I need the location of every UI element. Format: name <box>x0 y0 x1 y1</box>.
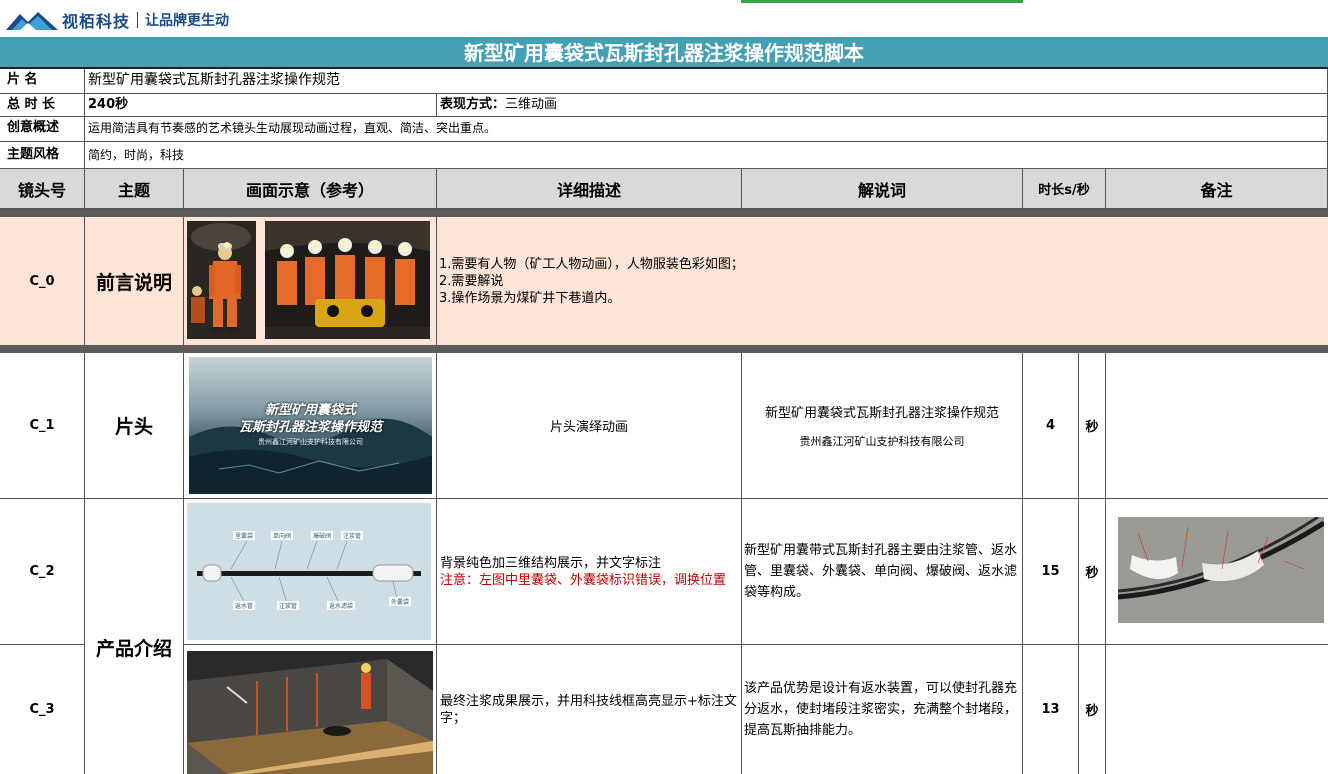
row-c2-reference: 里囊袋 单向阀 爆破阀 注浆管 返水管 注浆管 返水滤袋 外囊袋 <box>184 499 437 645</box>
row-c3-reference <box>184 645 437 774</box>
grouting-result-image <box>187 651 433 774</box>
meta-duration-value: 240秒 <box>85 94 437 117</box>
row-c3-remark <box>1106 645 1328 774</box>
row-c3-detail: 最终注浆成果展示，并用科技线框高亮显示+标注文字； <box>437 645 742 774</box>
structure-label-7: 返水滤袋 <box>327 601 356 610</box>
row-c1-id: C_1 <box>0 353 85 499</box>
row-c2-topic-cell: 产品介绍 <box>85 499 184 774</box>
annotated-product-photo <box>1118 517 1324 623</box>
row-c1-narration: 新型矿用囊袋式瓦斯封孔器注浆操作规范 贵州鑫江河矿山支护科技有限公司 <box>742 353 1023 499</box>
meta-concept-value: 运用简洁具有节奏感的艺术镜头生动展现动画过程，直观、简洁、突出重点。 <box>85 117 1328 142</box>
opening-title-line2: 瓦斯封孔器注浆操作规范 <box>238 420 382 435</box>
col-header-topic: 主题 <box>85 169 184 209</box>
row-c1-unit: 秒 <box>1079 353 1106 499</box>
structure-label-4: 注浆管 <box>341 531 364 540</box>
meta-style-label: 主题风格 <box>0 142 85 169</box>
logo-name: 视栢科技 <box>62 12 131 31</box>
structure-label-2: 单向阀 <box>271 531 294 540</box>
row-c2-id: C_2 <box>0 499 85 645</box>
row-c2-unit: 秒 <box>1079 499 1106 645</box>
structure-label-8: 外囊袋 <box>389 597 412 606</box>
row-c1-narration-line1: 新型矿用囊袋式瓦斯封孔器注浆操作规范 <box>764 406 999 421</box>
row-c0-detail: 1.需要有人物（矿工人物动画），人物服装色彩如图； 2.需要解说 3.操作场景为… <box>437 217 1328 346</box>
row-c1-reference: 新型矿用囊袋式 瓦斯封孔器注浆操作规范 贵州鑫江河矿山支护科技有限公司 <box>184 353 437 499</box>
structure-label-1: 里囊袋 <box>233 531 256 540</box>
logo-mountain-icon <box>6 12 58 30</box>
row-c0-detail-line1: 1.需要有人物（矿工人物动画），人物服装色彩如图； <box>439 256 744 272</box>
row-c0-id: C_0 <box>0 217 85 346</box>
row-c3-narration: 该产品优势是设计有返水装置，可以使封孔器充分返水，使封堵段注浆密实，充满整个封堵… <box>742 645 1023 774</box>
meta-style-value: 简约，时尚，科技 <box>85 142 1328 169</box>
row-c3-unit: 秒 <box>1079 645 1106 774</box>
meta-name-label: 片 名 <box>0 69 85 94</box>
opening-title-image: 新型矿用囊袋式 瓦斯封孔器注浆操作规范 贵州鑫江河矿山支护科技有限公司 <box>189 357 432 494</box>
sealer-structure-graphic <box>197 540 421 604</box>
logo-divider <box>137 12 139 28</box>
document-title: 新型矿用囊袋式瓦斯封孔器注浆操作规范脚本 <box>0 37 1328 69</box>
row-c2-detail: 背景纯色加三维结构展示，并文字标注 注意：左图中里囊袋、外囊袋标识错误，调换位置 <box>437 499 742 645</box>
miners-group-image <box>265 221 430 339</box>
col-header-remark: 备注 <box>1106 169 1328 209</box>
opening-title-company: 贵州鑫江河矿山支护科技有限公司 <box>258 438 363 446</box>
row-c1-detail: 片头演绎动画 <box>437 353 742 499</box>
company-logo: 视栢科技 让品牌更生动 <box>6 9 229 31</box>
row-c0-reference <box>184 217 437 346</box>
row-c3-duration: 13 <box>1023 645 1079 774</box>
meta-mode-label: 表现方式： <box>440 97 506 112</box>
row-c0-topic: 前言说明 <box>85 217 184 346</box>
section-separator <box>0 209 1328 217</box>
section-separator <box>0 346 1328 353</box>
logo-slogan: 让品牌更生动 <box>145 13 230 29</box>
row-c2-duration: 15 <box>1023 499 1079 645</box>
meta-duration-label: 总 时 长 <box>0 94 85 117</box>
row-c2-narration: 新型矿用囊带式瓦斯封孔器主要由注浆管、返水管、里囊袋、外囊袋、单向阀、爆破阀、返… <box>742 499 1023 645</box>
row-c1-remark <box>1106 353 1328 499</box>
meta-concept-label: 创意概述 <box>0 117 85 142</box>
top-bar: 视栢科技 让品牌更生动 <box>0 0 1328 37</box>
row-c1-topic: 片头 <box>85 353 184 499</box>
row-c1-duration: 4 <box>1023 353 1079 499</box>
structure-label-3: 爆破阀 <box>311 531 334 540</box>
structure-label-5: 返水管 <box>233 601 256 610</box>
row-c2-detail-text: 背景纯色加三维结构展示，并文字标注 <box>440 555 662 571</box>
meta-name-value: 新型矿用囊袋式瓦斯封孔器注浆操作规范 <box>85 69 1328 94</box>
col-header-reference: 画面示意（参考） <box>184 169 437 209</box>
col-header-duration: 时长s/秒 <box>1023 169 1106 209</box>
row-c2-remark <box>1106 499 1328 645</box>
col-header-narration: 解说词 <box>742 169 1023 209</box>
structure-label-6: 注浆管 <box>277 601 300 610</box>
row-c2-detail-note: 注意：左图中里囊袋、外囊袋标识错误，调换位置 <box>440 572 727 588</box>
row-c3-id: C_3 <box>0 645 85 774</box>
structure-diagram-image: 里囊袋 单向阀 爆破阀 注浆管 返水管 注浆管 返水滤袋 外囊袋 <box>187 503 431 640</box>
active-cell-indicator <box>741 0 1023 3</box>
col-header-detail: 详细描述 <box>437 169 742 209</box>
row-c0-detail-line3: 3.操作场景为煤矿井下巷道内。 <box>439 290 621 306</box>
miner-walking-image <box>187 221 256 339</box>
meta-mode: 表现方式：三维动画 <box>437 94 1328 117</box>
col-header-shot: 镜头号 <box>0 169 85 209</box>
row-c2-topic: 产品介绍 <box>95 637 172 660</box>
row-c1-narration-line2: 贵州鑫江河矿山支护科技有限公司 <box>799 435 965 448</box>
meta-mode-value: 三维动画 <box>505 97 558 112</box>
row-c0-detail-line2: 2.需要解说 <box>439 273 504 289</box>
